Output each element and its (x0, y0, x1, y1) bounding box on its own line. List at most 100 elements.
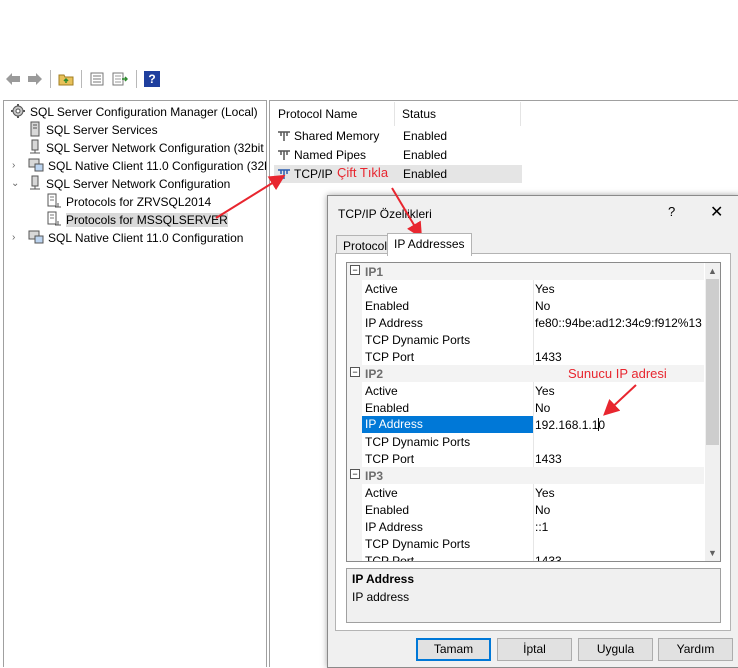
up-folder-icon[interactable] (58, 71, 74, 87)
back-arrow-icon[interactable] (5, 71, 21, 87)
table-row[interactable]: TCP Dynamic Ports (347, 433, 704, 450)
tree-item-protocols-mssqlserver[interactable]: Protocols for MSSQLSERVER (46, 211, 228, 229)
tree-item-label: Protocols for ZRVSQL2014 (66, 195, 212, 209)
property-value[interactable]: No (535, 299, 550, 313)
property-key: Enabled (365, 503, 410, 517)
protocol-icon (46, 193, 62, 212)
chevron-down-icon[interactable]: ⌄ (11, 179, 21, 189)
scroll-down-icon[interactable]: ▼ (708, 548, 717, 558)
property-value[interactable]: 1433 (535, 554, 562, 561)
tree-item-label: SQL Server Network Configuration (32bit (46, 141, 264, 155)
properties-icon[interactable] (89, 71, 105, 87)
collapse-icon[interactable]: − (350, 265, 360, 275)
property-value[interactable]: 1433 (535, 350, 562, 364)
tree-item-label: SQL Server Configuration Manager (Local) (30, 105, 258, 119)
scroll-up-icon[interactable]: ▲ (708, 266, 717, 276)
vertical-scrollbar[interactable]: ▲ ▼ (705, 263, 720, 561)
grid-category-ip3[interactable]: − IP3 (347, 467, 704, 484)
tcpip-properties-dialog: TCP/IP Özellikleri ? ✕ Protocol IP Addre… (327, 195, 738, 668)
protocol-status: Enabled (403, 148, 448, 162)
property-value[interactable]: fe80::94be:ad12:34c9:f912%13 (535, 316, 702, 330)
client-icon (28, 157, 44, 176)
config-manager-icon (10, 103, 26, 122)
property-key: Active (365, 282, 398, 296)
cancel-button[interactable]: İptal (497, 638, 572, 661)
property-value[interactable]: Yes (535, 384, 555, 398)
column-header-status[interactable]: Status (396, 104, 436, 124)
property-value[interactable]: Yes (535, 282, 555, 296)
collapse-icon[interactable]: − (350, 367, 360, 377)
description-text: IP address (352, 590, 410, 604)
property-value[interactable]: 1433 (535, 452, 562, 466)
tree-item-native-client-32bit[interactable]: SQL Native Client 11.0 Configuration (32… (28, 157, 267, 176)
table-row[interactable]: TCP Dynamic Ports (347, 535, 704, 552)
ok-button[interactable]: Tamam (416, 638, 491, 661)
help-button[interactable]: Yardım (658, 638, 733, 661)
list-item-named-pipes[interactable]: Named Pipes Enabled (274, 146, 522, 164)
ip-address-input[interactable]: 192.168.1.10 (535, 418, 605, 432)
property-value[interactable]: No (535, 503, 550, 517)
property-key: IP Address (365, 520, 423, 534)
console-tree: SQL Server Configuration Manager (Local)… (3, 100, 267, 667)
table-row[interactable]: Enabled No (347, 399, 704, 416)
property-key: Active (365, 384, 398, 398)
column-divider[interactable] (394, 102, 395, 126)
forward-arrow-icon[interactable] (27, 71, 43, 87)
column-header-protocol-name[interactable]: Protocol Name (272, 104, 357, 124)
property-value[interactable]: ::1 (535, 520, 548, 534)
toolbar-separator (136, 70, 137, 88)
table-row[interactable]: TCP Port 1433 (347, 348, 704, 365)
protocol-icon (276, 148, 292, 165)
tree-item-protocols-zrvsql2014[interactable]: Protocols for ZRVSQL2014 (46, 193, 211, 211)
toolbar: ? (0, 66, 738, 92)
property-key: Enabled (365, 299, 410, 313)
export-list-icon[interactable] (112, 71, 128, 87)
tree-item-sql-server-services[interactable]: SQL Server Services (28, 121, 158, 139)
toolbar-separator (81, 70, 82, 88)
toolbar-separator (50, 70, 51, 88)
table-row[interactable]: IP Address::1 (347, 518, 704, 535)
table-row[interactable]: TCP Dynamic Ports (347, 331, 704, 348)
table-row[interactable]: TCP Port 1433 (347, 552, 704, 561)
tree-item-native-client[interactable]: SQL Native Client 11.0 Configuration (28, 229, 243, 247)
table-row[interactable]: Active Yes (347, 280, 704, 297)
table-row[interactable]: Enabled No (347, 501, 704, 518)
property-value[interactable]: No (535, 401, 550, 415)
table-row-selected[interactable]: IP Address 192.168.1.10 (347, 416, 704, 433)
table-row[interactable]: Enabled No (347, 297, 704, 314)
tree-item-label: SQL Native Client 11.0 Configuration (32… (48, 159, 267, 173)
apply-button[interactable]: Uygula (578, 638, 653, 661)
description-title: IP Address (352, 572, 415, 586)
dialog-title: TCP/IP Özellikleri (338, 207, 432, 221)
client-icon (28, 229, 44, 248)
protocol-name: TCP/IP (294, 167, 333, 181)
table-row[interactable]: IP Address fe80::94be:ad12:34c9:f912%13 (347, 314, 704, 331)
grid-category-ip1[interactable]: − IP1 (347, 263, 704, 280)
property-value[interactable]: Yes (535, 486, 555, 500)
property-key: TCP Dynamic Ports (365, 333, 471, 347)
chevron-right-icon[interactable]: › (12, 161, 22, 171)
property-key: TCP Port (365, 350, 415, 364)
category-title: IP1 (365, 265, 384, 279)
protocol-name: Named Pipes (294, 148, 367, 162)
scrollbar-thumb[interactable] (706, 279, 719, 445)
tree-item-network-config-32bit[interactable]: SQL Server Network Configuration (32bit (28, 139, 264, 157)
property-key: Enabled (365, 401, 410, 415)
close-icon[interactable]: ✕ (710, 202, 723, 222)
tree-item-root[interactable]: SQL Server Configuration Manager (Local) (10, 103, 258, 121)
property-key: TCP Dynamic Ports (365, 435, 471, 449)
help-icon[interactable]: ? (144, 71, 160, 87)
tab-ip-addresses[interactable]: IP Addresses (387, 233, 472, 256)
collapse-icon[interactable]: − (350, 469, 360, 479)
list-item-tcp-ip[interactable]: TCP/IP Enabled (274, 165, 522, 183)
property-key: IP Address (362, 416, 533, 433)
list-item-shared-memory[interactable]: Shared Memory Enabled (274, 127, 522, 145)
chevron-right-icon[interactable]: › (12, 233, 22, 243)
table-row[interactable]: Active Yes (347, 382, 704, 399)
tree-item-network-config[interactable]: SQL Server Network Configuration (28, 175, 230, 193)
table-row[interactable]: TCP Port 1433 (347, 450, 704, 467)
column-divider[interactable] (520, 102, 521, 126)
property-key: IP Address (365, 316, 423, 330)
table-row[interactable]: Active Yes (347, 484, 704, 501)
help-icon[interactable]: ? (668, 204, 675, 219)
